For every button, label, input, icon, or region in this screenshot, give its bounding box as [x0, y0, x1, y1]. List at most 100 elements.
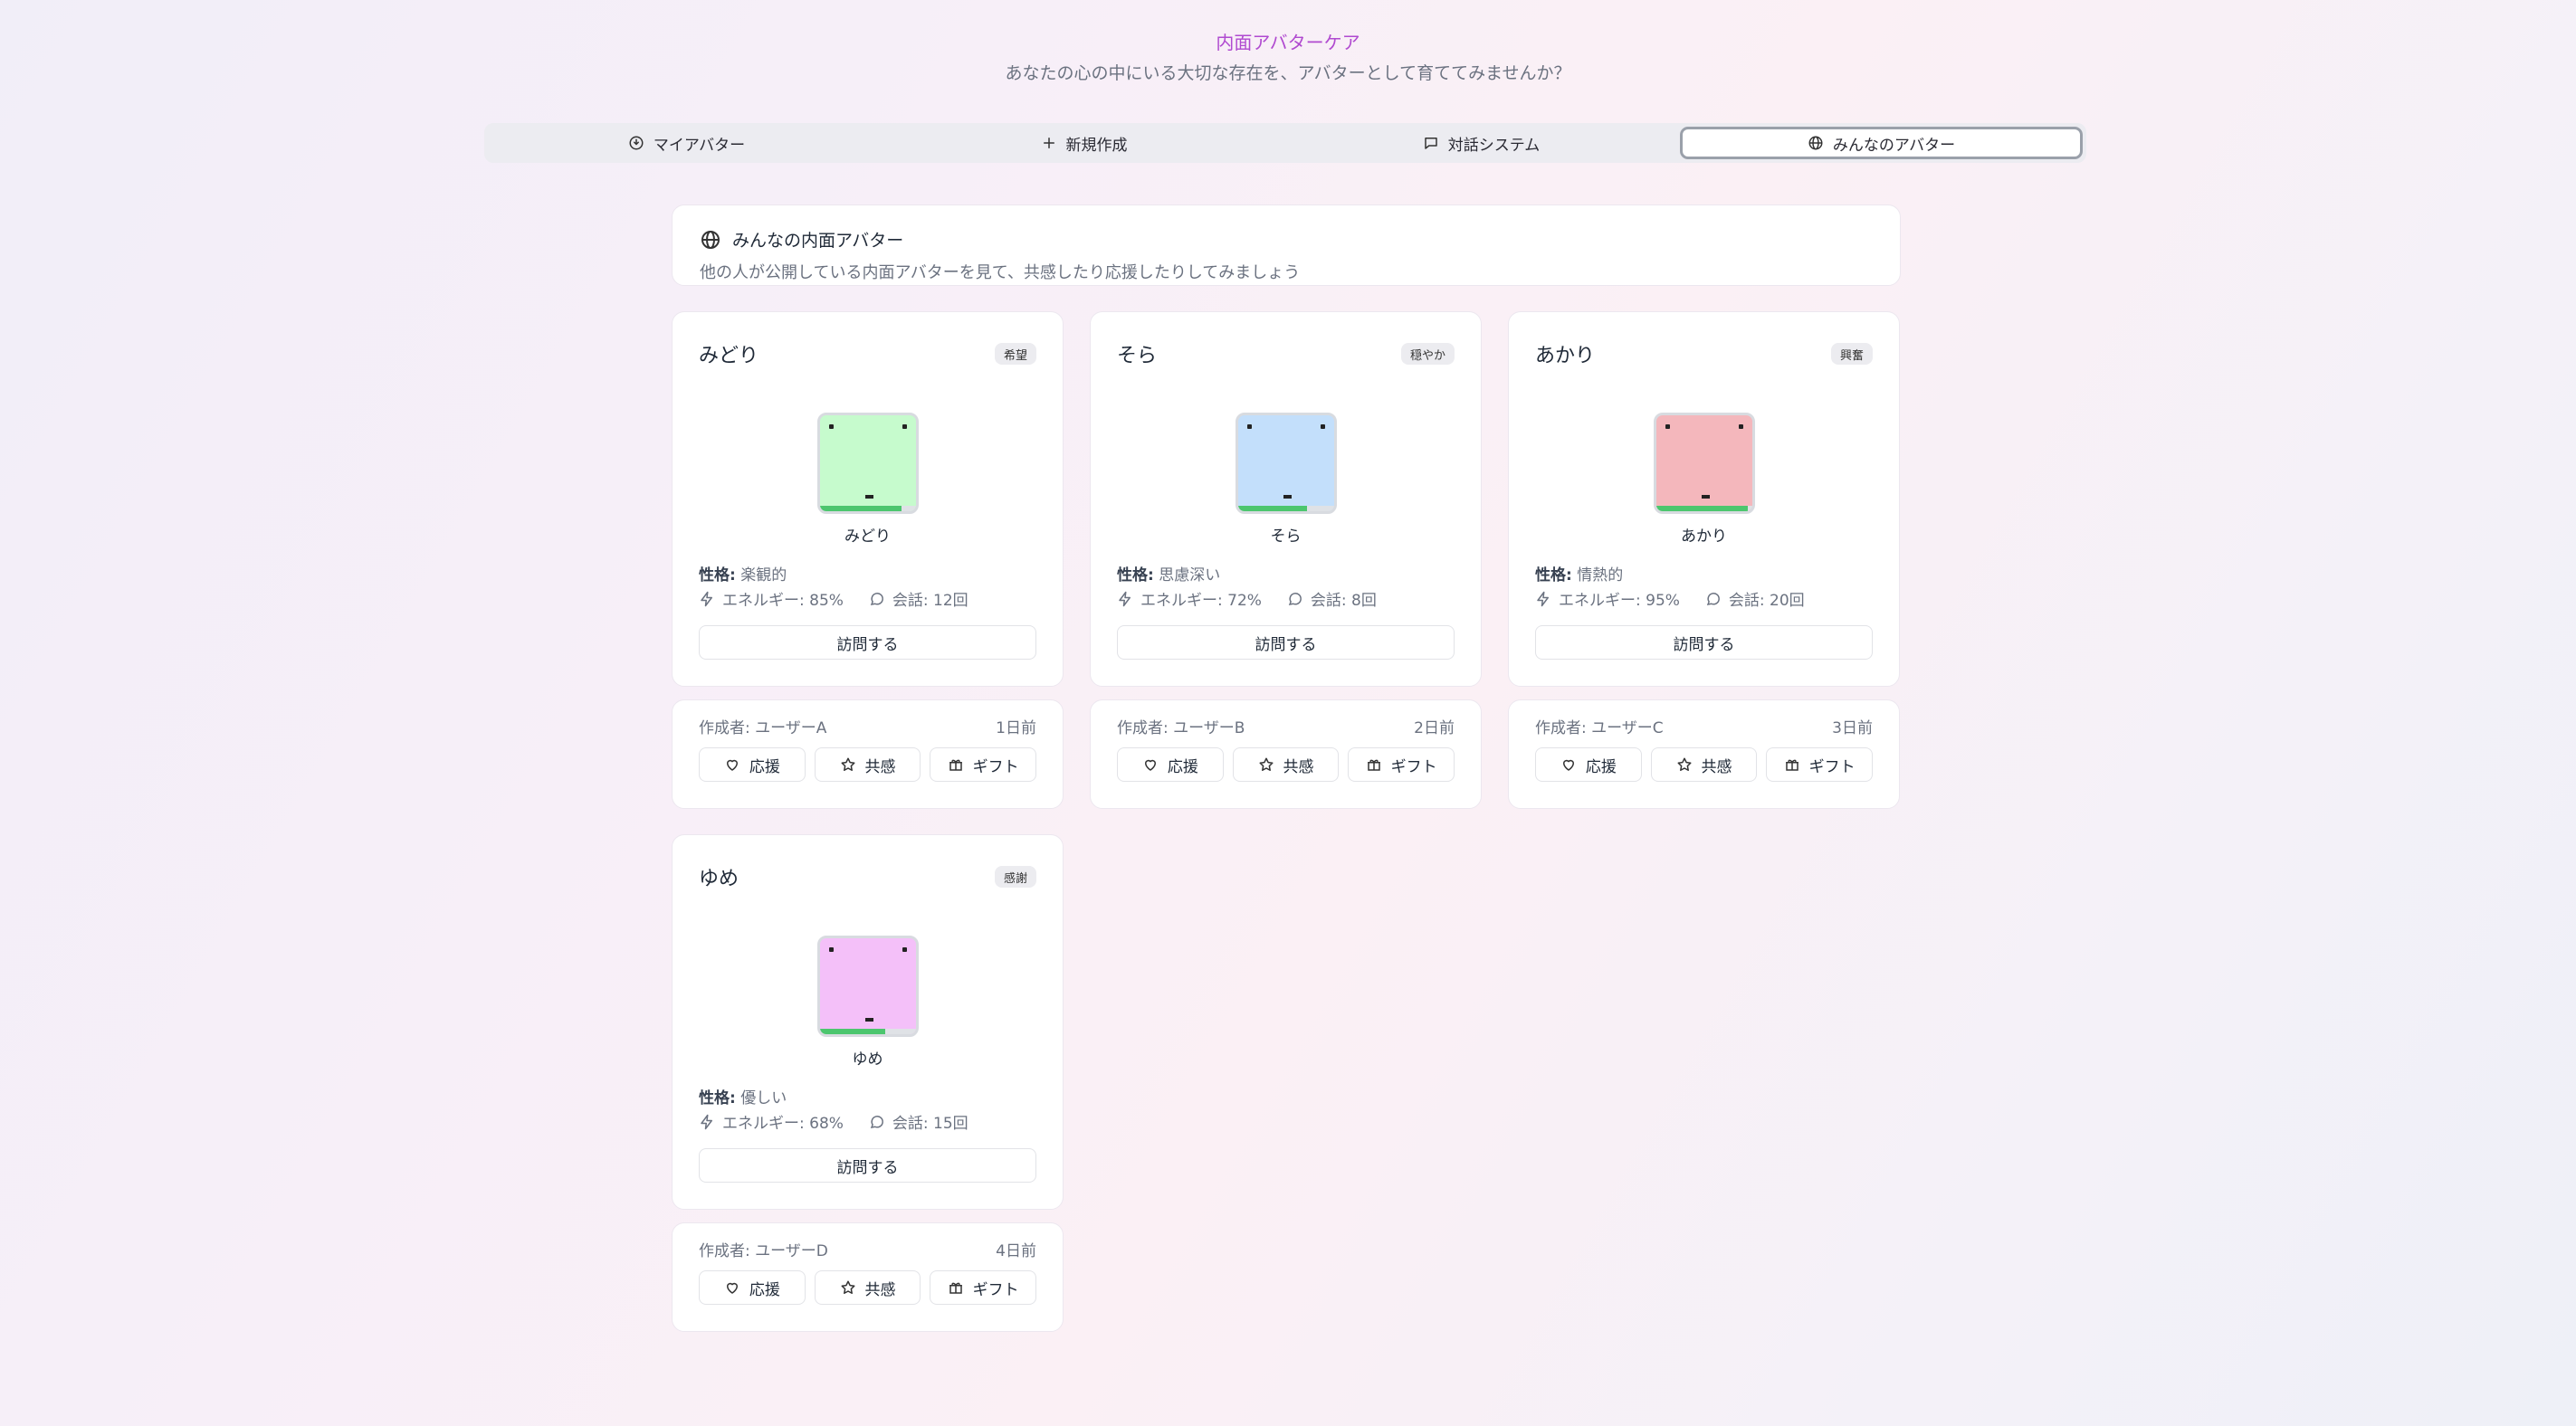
trait-text: 性格: 楽観的 — [699, 562, 787, 585]
avatar-name: あかり — [1535, 345, 1596, 367]
energy-bar — [1238, 506, 1334, 511]
trait-label: 性格: — [699, 566, 736, 585]
avatar-caption: そら — [1270, 528, 1302, 546]
tab-dialogue[interactable]: 対話システム — [1283, 127, 1680, 159]
empathy-label: 共感 — [864, 757, 896, 776]
trait-value: 楽観的 — [740, 566, 787, 585]
heart-icon — [726, 1282, 738, 1294]
cheer-label: 応援 — [749, 1280, 780, 1299]
intro-heading: みんなの内面アバター — [700, 227, 903, 252]
avatar-meta-panel: 作成者: ユーザーB 2日前 応援 共感 ギフト — [1090, 699, 1482, 809]
avatar-eye — [1665, 424, 1670, 429]
intro-title: みんなの内面アバター — [732, 231, 904, 251]
tab-everyone-avatars[interactable]: みんなのアバター — [1680, 127, 2083, 159]
empathy-label: 共感 — [1701, 757, 1732, 776]
visit-button[interactable]: 訪問する — [699, 1148, 1036, 1183]
timestamp: 4日前 — [996, 1242, 1036, 1260]
author-text: 作成者: ユーザーA — [699, 719, 827, 737]
message-circle-icon — [870, 1115, 883, 1128]
message-circle-icon — [870, 592, 883, 605]
avatar-caption: みどり — [844, 528, 891, 546]
avatar-mouth — [865, 1018, 873, 1022]
empathy-button[interactable]: 共感 — [814, 1270, 921, 1305]
gift-icon — [949, 1282, 962, 1294]
avatar-card: あかり 興奮 あかり 性格: 情熱的 エネルギー: 95% 会話: 20回 訪問… — [1508, 311, 1900, 687]
message-circle-icon — [1706, 592, 1720, 605]
avatar-face[interactable] — [1236, 413, 1337, 514]
avatar-face[interactable] — [817, 413, 919, 514]
avatar-meta-panel: 作成者: ユーザーC 3日前 応援 共感 ギフト — [1508, 699, 1900, 809]
intro-description: 他の人が公開している内面アバターを見て、共感したり応援したりしてみましょう — [700, 263, 1301, 282]
zap-icon — [1537, 591, 1549, 606]
avatar-eye — [1321, 424, 1325, 429]
page-header: 内面アバターケア あなたの心の中にいる大切な存在を、アバターとして育ててみません… — [0, 27, 2576, 89]
tab-label: 対話システム — [1447, 136, 1541, 155]
emotion-badge: 感謝 — [994, 866, 1036, 888]
action-row: 応援 共感 ギフト — [1535, 747, 1874, 782]
trait-value: 優しい — [740, 1089, 787, 1108]
empathy-button[interactable]: 共感 — [814, 747, 921, 782]
avatar-meta-panel: 作成者: ユーザーA 1日前 応援 共感 ギフト — [672, 699, 1064, 809]
heart-icon — [1562, 759, 1574, 771]
app-title: 内面アバターケア — [1216, 32, 1360, 53]
timestamp: 1日前 — [996, 719, 1036, 737]
trait-value: 思慮深い — [1159, 566, 1221, 585]
cheer-button[interactable]: 応援 — [1117, 747, 1224, 782]
plus-icon — [1043, 138, 1054, 148]
gift-button[interactable]: ギフト — [930, 747, 1037, 782]
gift-label: ギフト — [1808, 757, 1856, 776]
trait-text: 性格: 情熱的 — [1535, 562, 1623, 585]
energy-bar — [820, 1029, 916, 1034]
avatar-eye — [829, 424, 834, 429]
avatar-eye — [902, 947, 907, 952]
trait-label: 性格: — [699, 1089, 736, 1108]
avatar-eye — [829, 947, 834, 952]
energy-bar — [1656, 506, 1752, 511]
cheer-button[interactable]: 応援 — [1535, 747, 1642, 782]
message-square-icon — [1425, 138, 1437, 149]
gift-icon — [1367, 759, 1380, 771]
star-icon — [1677, 757, 1691, 771]
tab-label: 新規作成 — [1065, 136, 1128, 155]
avatar-face[interactable] — [817, 936, 919, 1037]
timestamp: 3日前 — [1832, 719, 1873, 737]
energy-bar-fill — [820, 506, 902, 511]
star-icon — [1259, 757, 1273, 771]
action-row: 応援 共感 ギフト — [699, 747, 1037, 782]
avatar-caption: ゆめ — [852, 1050, 883, 1069]
gift-button[interactable]: ギフト — [1348, 747, 1455, 782]
tab-create[interactable]: 新規作成 — [885, 127, 1283, 159]
energy-bar-fill — [1656, 506, 1748, 511]
tab-bar: マイアバター 新規作成 対話システム みんなのアバター — [484, 123, 2086, 163]
visit-button[interactable]: 訪問する — [1535, 625, 1873, 660]
trait-label: 性格: — [1535, 566, 1572, 585]
star-icon — [841, 757, 854, 771]
avatar-eye — [1739, 424, 1743, 429]
avatar-stats: エネルギー: 68% 会話: 15回 — [699, 1110, 968, 1133]
tab-my-avatar[interactable]: マイアバター — [488, 127, 885, 159]
visit-button[interactable]: 訪問する — [699, 625, 1036, 660]
gift-icon — [1785, 759, 1798, 771]
energy-bar-fill — [820, 1029, 886, 1034]
empathy-label: 共感 — [1283, 757, 1314, 776]
avatar-eye — [902, 424, 907, 429]
avatar-name: そら — [1117, 345, 1158, 367]
avatar-stats: エネルギー: 95% 会話: 20回 — [1535, 587, 1805, 610]
avatar-card: ゆめ 感謝 ゆめ 性格: 優しい エネルギー: 68% 会話: 15回 訪問する — [672, 834, 1064, 1210]
empathy-button[interactable]: 共感 — [1650, 747, 1758, 782]
energy-text: エネルギー: 72% — [1140, 592, 1262, 610]
gift-button[interactable]: ギフト — [930, 1270, 1037, 1305]
cheer-button[interactable]: 応援 — [699, 747, 806, 782]
trait-value: 情熱的 — [1577, 566, 1624, 585]
cheer-button[interactable]: 応援 — [699, 1270, 806, 1305]
zap-icon — [1119, 591, 1131, 606]
empathy-label: 共感 — [864, 1280, 896, 1299]
gift-button[interactable]: ギフト — [1766, 747, 1874, 782]
action-row: 応援 共感 ギフト — [1117, 747, 1455, 782]
avatar-face[interactable] — [1654, 413, 1755, 514]
visit-button[interactable]: 訪問する — [1117, 625, 1455, 660]
action-row: 応援 共感 ギフト — [699, 1270, 1037, 1305]
empathy-button[interactable]: 共感 — [1232, 747, 1340, 782]
avatar-eye — [1247, 424, 1252, 429]
avatar-icon — [629, 136, 644, 150]
